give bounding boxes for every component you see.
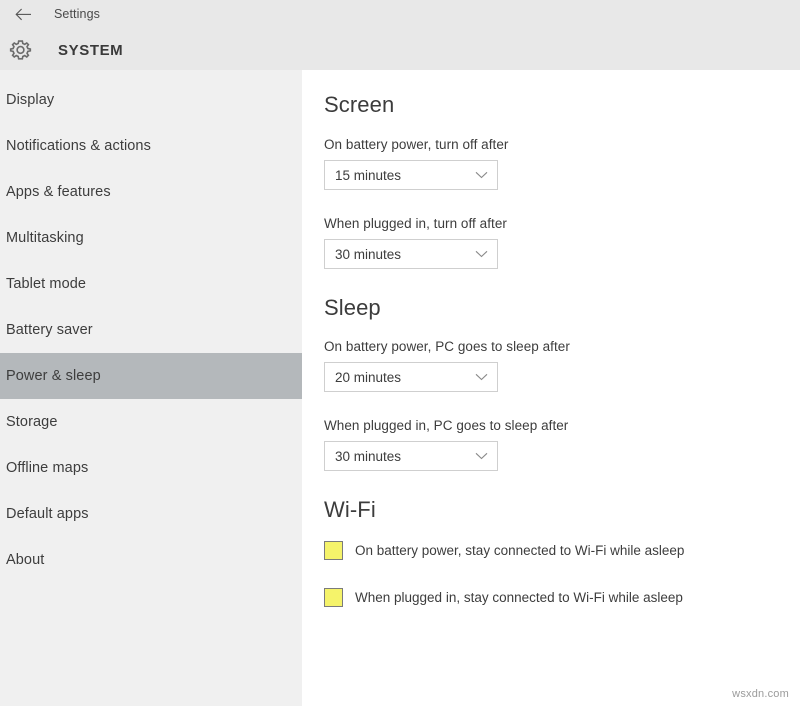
sidebar-item-storage[interactable]: Storage xyxy=(0,399,302,445)
field-label-sleep-plugged: When plugged in, PC goes to sleep after xyxy=(324,418,800,433)
sidebar-item-label: About xyxy=(6,552,44,568)
sidebar-item-power-sleep[interactable]: Power & sleep xyxy=(0,353,302,399)
page-header: SYSTEM xyxy=(0,30,800,70)
back-arrow-icon[interactable] xyxy=(0,0,46,28)
sidebar-item-offline-maps[interactable]: Offline maps xyxy=(0,445,302,491)
gear-icon xyxy=(0,38,40,63)
sidebar-item-apps-features[interactable]: Apps & features xyxy=(0,169,302,215)
sidebar-item-label: Default apps xyxy=(6,506,89,522)
titlebar: Settings xyxy=(0,0,800,28)
checkbox-wifi-plugged[interactable] xyxy=(324,588,343,607)
sidebar: Display Notifications & actions Apps & f… xyxy=(0,70,302,706)
sidebar-item-label: Notifications & actions xyxy=(6,138,151,154)
dropdown-value: 15 minutes xyxy=(335,168,401,183)
sidebar-item-label: Multitasking xyxy=(6,230,84,246)
sidebar-item-about[interactable]: About xyxy=(0,537,302,583)
settings-window: Settings SYSTEM Display Notifications & … xyxy=(0,0,800,706)
chevron-down-icon xyxy=(475,245,488,263)
sidebar-item-label: Storage xyxy=(6,414,58,430)
sidebar-item-display[interactable]: Display xyxy=(0,77,302,123)
dropdown-sleep-battery-timeout[interactable]: 20 minutes xyxy=(324,362,498,392)
dropdown-value: 30 minutes xyxy=(335,247,401,262)
sidebar-item-tablet-mode[interactable]: Tablet mode xyxy=(0,261,302,307)
chevron-down-icon xyxy=(475,447,488,465)
sidebar-item-notifications-actions[interactable]: Notifications & actions xyxy=(0,123,302,169)
field-label-screen-battery: On battery power, turn off after xyxy=(324,137,800,152)
checkbox-wifi-battery[interactable] xyxy=(324,541,343,560)
checkbox-row-wifi-plugged[interactable]: When plugged in, stay connected to Wi-Fi… xyxy=(324,588,800,607)
chevron-down-icon xyxy=(475,166,488,184)
checkbox-label: On battery power, stay connected to Wi-F… xyxy=(355,543,684,558)
page-title: SYSTEM xyxy=(58,42,123,59)
section-sleep: Sleep On battery power, PC goes to sleep… xyxy=(324,295,800,471)
sidebar-item-default-apps[interactable]: Default apps xyxy=(0,491,302,537)
sidebar-item-label: Tablet mode xyxy=(6,276,86,292)
field-label-screen-plugged: When plugged in, turn off after xyxy=(324,216,800,231)
checkbox-label: When plugged in, stay connected to Wi-Fi… xyxy=(355,590,683,605)
section-screen: Screen On battery power, turn off after … xyxy=(324,92,800,269)
sidebar-nav-list: Display Notifications & actions Apps & f… xyxy=(0,70,302,583)
watermark: wsxdn.com xyxy=(732,688,789,700)
dropdown-screen-plugged-timeout[interactable]: 30 minutes xyxy=(324,239,498,269)
sidebar-item-label: Power & sleep xyxy=(6,368,101,384)
section-heading: Sleep xyxy=(324,295,800,321)
dropdown-sleep-plugged-timeout[interactable]: 30 minutes xyxy=(324,441,498,471)
dropdown-value: 20 minutes xyxy=(335,370,401,385)
field-label-sleep-battery: On battery power, PC goes to sleep after xyxy=(324,339,800,354)
checkbox-row-wifi-battery[interactable]: On battery power, stay connected to Wi-F… xyxy=(324,541,800,560)
dropdown-value: 30 minutes xyxy=(335,449,401,464)
dropdown-screen-battery-timeout[interactable]: 15 minutes xyxy=(324,160,498,190)
window-title: Settings xyxy=(54,7,100,21)
sidebar-item-label: Display xyxy=(6,92,54,108)
header-band: Settings SYSTEM xyxy=(0,0,800,70)
sidebar-item-multitasking[interactable]: Multitasking xyxy=(0,215,302,261)
sidebar-item-battery-saver[interactable]: Battery saver xyxy=(0,307,302,353)
section-heading: Screen xyxy=(324,92,800,118)
section-wifi: Wi-Fi On battery power, stay connected t… xyxy=(324,497,800,607)
sidebar-item-label: Apps & features xyxy=(6,184,111,200)
sidebar-item-label: Battery saver xyxy=(6,322,93,338)
chevron-down-icon xyxy=(475,368,488,386)
settings-content: Screen On battery power, turn off after … xyxy=(302,70,800,706)
sidebar-item-label: Offline maps xyxy=(6,460,88,476)
section-heading: Wi-Fi xyxy=(324,497,800,523)
